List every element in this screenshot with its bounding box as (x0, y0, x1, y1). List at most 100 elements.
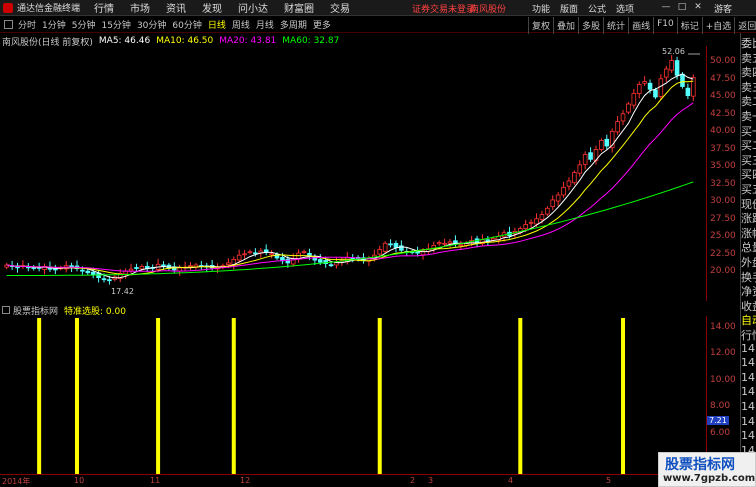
candle-body (442, 242, 447, 245)
trade-login-notice[interactable]: 证券交易未登录 (412, 2, 475, 15)
sidebar-tab[interactable]: 涨跌 (741, 210, 756, 226)
sidebar-tab[interactable]: 涨幅 (741, 225, 756, 241)
period-weekly[interactable]: 周线 (232, 18, 250, 31)
period-fenshi[interactable]: 分时 (18, 18, 36, 31)
tool-fanhui[interactable]: 返回 (734, 17, 756, 34)
period-5min[interactable]: 5分钟 (72, 18, 96, 31)
period-multi[interactable]: 多周期 (280, 18, 307, 31)
tool-f10[interactable]: F10 (653, 17, 677, 34)
sidebar-tab[interactable]: 行情 (741, 327, 756, 343)
tool-huaxian[interactable]: 画线 (628, 17, 653, 34)
period-60min[interactable]: 60分钟 (172, 18, 201, 31)
menu-item-wenxiaoda[interactable]: 问小达 (238, 0, 268, 15)
guest-label[interactable]: 游客 (714, 2, 732, 15)
sidebar-tab[interactable]: 卖一 (741, 108, 756, 124)
menu-item-hangqing[interactable]: 行情 (94, 0, 114, 15)
candle-body (572, 172, 577, 184)
date-axis-label: 5 (606, 476, 612, 485)
price-axis-label: 20.00 (710, 266, 736, 276)
tool-biaoji[interactable]: 标记 (676, 17, 702, 34)
period-monthly[interactable]: 月线 (256, 18, 274, 31)
candle-body (523, 223, 528, 229)
candle-body (226, 262, 231, 265)
sidebar-tab[interactable]: 买三 (741, 152, 756, 168)
candle-body (161, 264, 166, 267)
period-daily[interactable]: 日线 (208, 18, 226, 31)
sidebar-tab[interactable]: 卖五 (741, 50, 756, 66)
candle-body (301, 251, 307, 254)
signal-bar (74, 318, 79, 474)
menu-item-shichang[interactable]: 市场 (130, 0, 150, 15)
sidebar-tab[interactable]: 卖四 (741, 64, 756, 80)
ma10-line (6, 80, 694, 276)
period-15min[interactable]: 15分钟 (101, 18, 130, 31)
candle-body (528, 221, 534, 224)
menu-item-gongshi[interactable]: 公式 (588, 2, 606, 15)
price-axis-label: 37.50 (710, 143, 736, 154)
sidebar-tab[interactable]: 收益 (741, 298, 756, 314)
sidebar-tab[interactable]: 净资 (741, 283, 756, 299)
ma5-label: MA5: 46.46 (98, 36, 151, 46)
menu-item-xuanxiang[interactable]: 选项 (616, 2, 634, 15)
menu-item-banmian[interactable]: 版面 (560, 2, 578, 15)
candle-body (247, 251, 253, 254)
candle-body (436, 242, 442, 245)
sidebar-tab[interactable]: 现价 (741, 196, 756, 212)
candle-body (685, 87, 691, 97)
candle-body (550, 199, 556, 208)
signal-bar (231, 318, 236, 474)
layout-icon[interactable] (4, 20, 13, 29)
menu-item-gongneng[interactable]: 功能 (532, 2, 550, 15)
indicator-chart[interactable] (0, 316, 706, 474)
candle-body (447, 241, 453, 244)
candlestick-chart[interactable] (0, 46, 706, 301)
candle-body (669, 60, 674, 71)
menu-item-faxian[interactable]: 发现 (202, 0, 222, 15)
maximize-icon[interactable]: □ (674, 0, 690, 15)
candle-body (636, 84, 642, 94)
candle-body (107, 279, 112, 282)
tool-zixuan[interactable]: +自选 (701, 17, 735, 34)
sidebar-tab[interactable]: 外盘 (741, 254, 756, 270)
sidebar-tab[interactable]: 卖三 (741, 79, 756, 95)
menu-item-jiaoyi[interactable]: 交易 (330, 0, 350, 15)
tool-fuquan[interactable]: 复权 (528, 17, 553, 34)
sidebar-tab[interactable]: 14:56 (741, 356, 756, 369)
sidebar-tab[interactable]: 14:56 (741, 342, 756, 355)
sidebar-tab[interactable]: 买二 (741, 137, 756, 153)
sidebar-tab[interactable]: 14:56 (741, 400, 756, 413)
signal-bar (377, 318, 382, 474)
tool-tongji[interactable]: 统计 (603, 17, 628, 34)
indicator-axis: 7.21 14.0012.0010.008.006.004.00 (706, 316, 740, 474)
sidebar-tab[interactable]: 换手 (741, 269, 756, 285)
sidebar-tab[interactable]: 自动 (741, 312, 756, 328)
period-30min[interactable]: 30分钟 (137, 18, 166, 31)
sidebar-tab[interactable]: 卖二 (741, 93, 756, 109)
sidebar-tab[interactable]: 14:56 (741, 415, 756, 428)
period-more[interactable]: 更多 (313, 18, 331, 31)
app-logo-icon (3, 2, 13, 13)
candle-body (691, 76, 696, 97)
sidebar-tab[interactable]: 委比 (741, 35, 756, 51)
sidebar-tab[interactable]: 买五 (741, 181, 756, 197)
close-icon[interactable]: ✕ (690, 0, 706, 15)
candle-body (269, 253, 274, 256)
sidebar-tab[interactable]: 买四 (741, 166, 756, 182)
date-axis-label: 2014年 (2, 477, 31, 486)
sidebar-tab[interactable]: 14:56 (741, 371, 756, 384)
sidebar-tab[interactable]: 14:56 (741, 429, 756, 442)
menu-item-caifuquan[interactable]: 财富圈 (284, 0, 314, 15)
tool-diejia[interactable]: 叠加 (553, 17, 578, 34)
period-1min[interactable]: 1分钟 (42, 18, 66, 31)
date-axis-label: 11 (150, 476, 161, 485)
sidebar-tab[interactable]: 买一 (741, 123, 756, 139)
tool-duogu[interactable]: 多股 (578, 17, 603, 34)
indicator-axis-label: 10.00 (710, 374, 736, 385)
menu-item-zixun[interactable]: 资讯 (166, 0, 186, 15)
minimize-icon[interactable]: — (658, 0, 674, 15)
period-toolbar: 分时 1分钟 5分钟 15分钟 30分钟 60分钟 日线 周线 月线 多周期 更… (0, 17, 756, 34)
indicator-icon[interactable] (2, 306, 10, 314)
price-axis-label: 40.00 (710, 126, 736, 136)
sidebar-tab[interactable]: 总量 (741, 239, 756, 255)
sidebar-tab[interactable]: 14:56 (741, 385, 756, 398)
